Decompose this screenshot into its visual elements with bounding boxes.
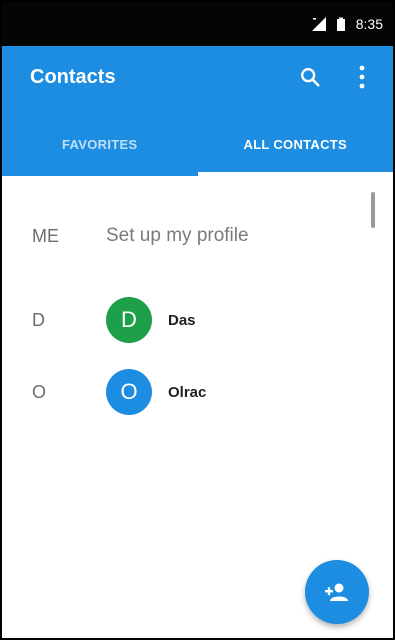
- contact-name: Olrac: [168, 383, 207, 401]
- set-up-profile-text: Set up my profile: [106, 225, 249, 246]
- status-time: 8:35: [355, 16, 383, 32]
- search-icon[interactable]: [299, 66, 321, 88]
- tab-all-contacts[interactable]: ALL CONTACTS: [197, 112, 394, 176]
- contact-name: Das: [168, 311, 196, 329]
- tab-favorites[interactable]: FAVORITES: [2, 112, 198, 176]
- tab-all-contacts-label: ALL CONTACTS: [243, 136, 347, 152]
- contact-row-olrac[interactable]: O O Olrac: [2, 362, 393, 422]
- battery-icon: [336, 17, 345, 31]
- app-title: Contacts: [30, 66, 116, 88]
- avatar: D: [106, 297, 152, 343]
- status-bar: 8:35: [2, 2, 393, 46]
- my-profile-row[interactable]: ME Set up my profile: [2, 206, 393, 266]
- signal-icon: [311, 17, 326, 31]
- section-header-d: D: [32, 309, 45, 330]
- contact-list: ME Set up my profile D D Das O O Olrac: [2, 176, 393, 638]
- app-bar: Contacts FAVORITES ALL CONTACTS: [2, 46, 393, 176]
- tab-favorites-label: FAVORITES: [62, 136, 138, 152]
- section-header-me: ME: [32, 225, 59, 246]
- section-header-o: O: [32, 381, 47, 402]
- overflow-menu-icon[interactable]: [357, 64, 367, 90]
- tab-bar: FAVORITES ALL CONTACTS: [2, 112, 393, 176]
- contact-row-das[interactable]: D D Das: [2, 290, 393, 350]
- avatar: O: [106, 369, 152, 415]
- contacts-screen: 8:35 Contacts FAVORITES ALL CONTACTS ME …: [0, 0, 395, 640]
- avatar-initial: D: [121, 307, 137, 332]
- add-contact-button[interactable]: [305, 560, 369, 624]
- avatar-initial: O: [120, 379, 138, 404]
- add-contact-icon: [325, 583, 348, 601]
- status-icons: 8:35: [311, 16, 383, 32]
